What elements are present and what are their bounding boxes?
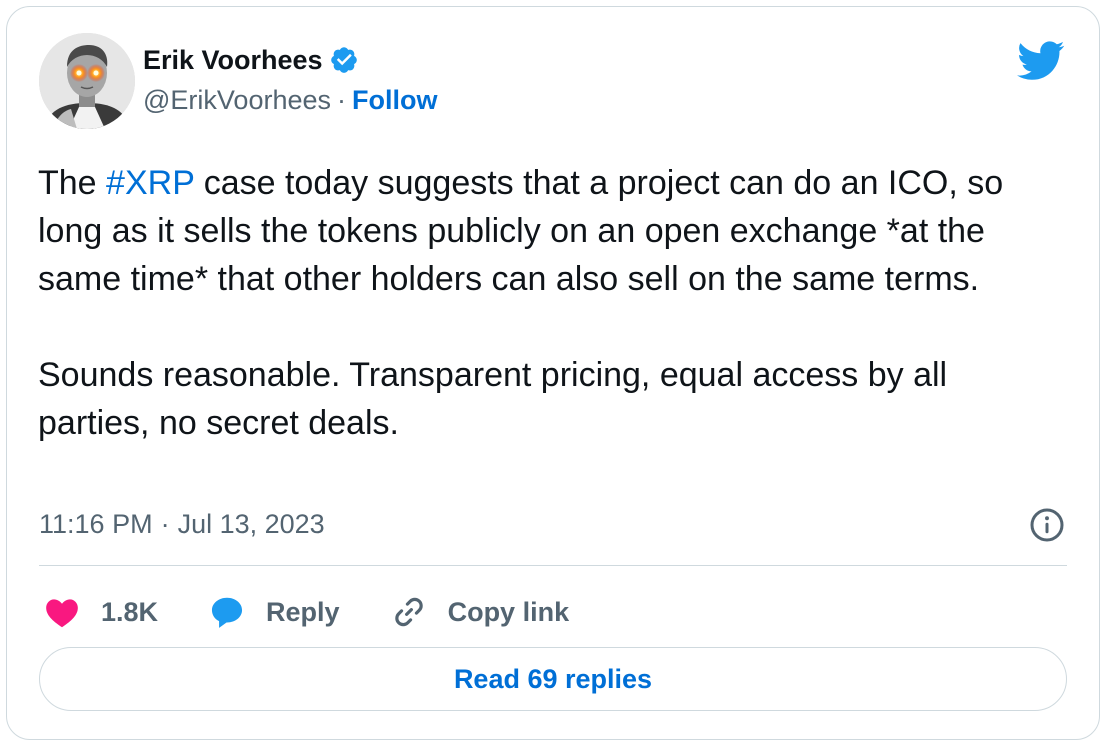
like-button[interactable]: 1.8K xyxy=(43,593,158,631)
tweet-time: 11:16 PM xyxy=(39,509,153,539)
twitter-bird-icon[interactable] xyxy=(1017,41,1065,81)
author-handle-row: @ErikVoorhees · Follow xyxy=(143,85,437,116)
reply-label: Reply xyxy=(266,596,340,627)
divider xyxy=(39,565,1067,566)
tweet-text-pre: The xyxy=(38,164,107,202)
author-handle[interactable]: @ErikVoorhees xyxy=(143,85,331,116)
author-display-name[interactable]: Erik Voorhees xyxy=(143,45,323,76)
tweet-actions: 1.8K Reply Copy link xyxy=(43,589,619,635)
tweet-timestamp[interactable]: 11:16 PM · Jul 13, 2023 xyxy=(39,509,325,540)
like-count: 1.8K xyxy=(101,596,159,627)
tweet-card: Erik Voorhees @ErikVoorhees · Follow The… xyxy=(6,6,1100,740)
tweet-text: The #XRP case today suggests that a proj… xyxy=(38,159,1048,447)
avatar-image xyxy=(39,33,135,129)
reply-button[interactable]: Reply xyxy=(208,593,340,631)
link-icon xyxy=(394,597,423,627)
copy-link-button[interactable]: Copy link xyxy=(390,593,570,631)
read-replies-button[interactable]: Read 69 replies xyxy=(39,647,1067,711)
tweet-paragraph-2: Sounds reasonable. Transparent pricing, … xyxy=(38,356,948,442)
heart-icon xyxy=(46,599,78,628)
avatar[interactable] xyxy=(39,33,135,129)
copy-link-label: Copy link xyxy=(447,596,570,627)
author-name-row: Erik Voorhees xyxy=(143,43,359,77)
handle-separator: · xyxy=(337,85,346,115)
follow-button[interactable]: Follow xyxy=(352,85,437,116)
tweet-paragraph-1: The #XRP case today suggests that a proj… xyxy=(38,159,1048,303)
timestamp-separator: · xyxy=(160,509,170,539)
hashtag-link[interactable]: #XRP xyxy=(106,164,194,202)
tweet-date: Jul 13, 2023 xyxy=(177,509,325,539)
speech-bubble-icon xyxy=(212,597,243,628)
verified-badge-icon xyxy=(329,45,359,75)
read-replies-label: Read 69 replies xyxy=(453,663,653,694)
info-icon[interactable] xyxy=(1029,507,1065,543)
